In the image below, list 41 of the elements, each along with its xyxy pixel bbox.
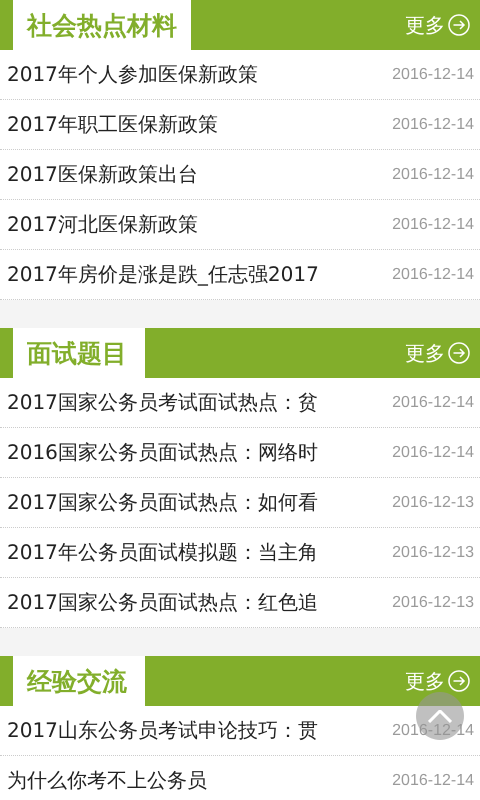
article-title: 2017年个人参加医保新政策 [7, 61, 258, 88]
chevron-up-icon [428, 710, 452, 722]
article-row[interactable]: 2017河北医保新政策 2016-12-14 [0, 200, 480, 250]
article-row[interactable]: 2017年公务员面试模拟题：当主角 2016-12-13 [0, 528, 480, 578]
article-date: 2016-12-14 [392, 116, 474, 134]
article-date: 2016-12-14 [392, 166, 474, 184]
article-date: 2016-12-14 [392, 772, 474, 790]
article-row[interactable]: 2017医保新政策出台 2016-12-14 [0, 150, 480, 200]
article-title: 2017国家公务员面试热点：如何看 [7, 489, 318, 516]
article-row[interactable]: 2016国家公务员面试热点：网络时 2016-12-14 [0, 428, 480, 478]
section-title: 社会热点材料 [13, 0, 191, 50]
article-date: 2016-12-14 [392, 444, 474, 462]
article-title: 2017河北医保新政策 [7, 211, 198, 238]
article-date: 2016-12-13 [392, 494, 474, 512]
article-row[interactable]: 2017国家公务员面试热点：红色追 2016-12-13 [0, 578, 480, 628]
article-title: 2017年房价是涨是跌_任志强2017 [7, 261, 319, 288]
section-title: 面试题目 [13, 328, 145, 378]
article-row[interactable]: 为什么你考不上公务员 2016-12-14 [0, 756, 480, 800]
article-date: 2016-12-14 [392, 394, 474, 412]
article-row[interactable]: 2017国家公务员考试面试热点：贫 2016-12-14 [0, 378, 480, 428]
arrow-circle-icon [448, 670, 470, 692]
arrow-circle-icon [448, 14, 470, 36]
section-title: 经验交流 [13, 656, 145, 706]
article-row[interactable]: 2017国家公务员面试热点：如何看 2016-12-13 [0, 478, 480, 528]
article-row[interactable]: 2017年职工医保新政策 2016-12-14 [0, 100, 480, 150]
arrow-circle-icon [448, 342, 470, 364]
article-title: 2017年公务员面试模拟题：当主角 [7, 539, 318, 566]
article-title: 2017医保新政策出台 [7, 161, 198, 188]
article-title: 2017山东公务员考试申论技巧：贯 [7, 717, 318, 744]
article-date: 2016-12-14 [392, 66, 474, 84]
article-title: 2017年职工医保新政策 [7, 111, 218, 138]
article-title: 为什么你考不上公务员 [7, 767, 207, 794]
article-title: 2017国家公务员面试热点：红色追 [7, 589, 318, 616]
article-title: 2017国家公务员考试面试热点：贫 [7, 389, 318, 416]
article-date: 2016-12-14 [392, 266, 474, 284]
article-date: 2016-12-13 [392, 544, 474, 562]
article-title: 2016国家公务员面试热点：网络时 [7, 439, 318, 466]
article-date: 2016-12-13 [392, 594, 474, 612]
article-row[interactable]: 2017年房价是涨是跌_任志强2017 2016-12-14 [0, 250, 480, 300]
article-date: 2016-12-14 [392, 216, 474, 234]
article-row[interactable]: 2017年个人参加医保新政策 2016-12-14 [0, 50, 480, 100]
